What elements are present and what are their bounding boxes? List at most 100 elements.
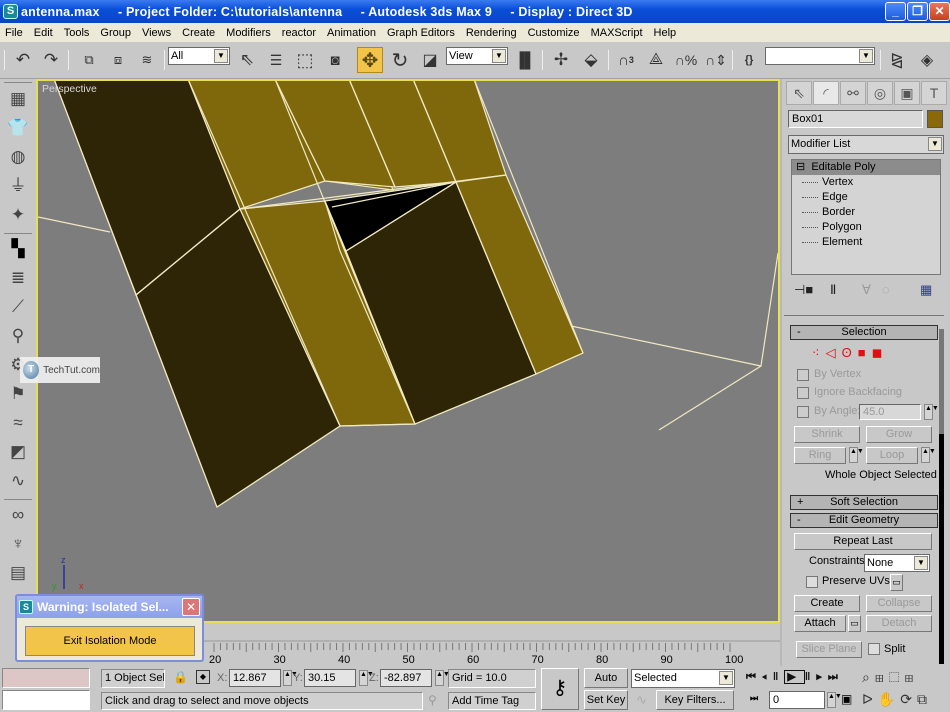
spinner-snap-icon[interactable]: ∩⇕ — [703, 47, 729, 73]
set-key-mode-key-icon[interactable]: ⚷ — [541, 668, 579, 710]
stack-subobject-polygon[interactable]: Polygon — [792, 220, 940, 235]
angle-spinner[interactable]: ▲▼ — [924, 404, 939, 420]
maximize-viewport-icon[interactable]: ⧉ — [917, 691, 932, 707]
rectangular-selection-icon[interactable]: ⬚ — [292, 47, 318, 73]
detach-button[interactable]: Detach — [866, 615, 932, 632]
shrink-button[interactable]: Shrink — [794, 426, 860, 443]
map-icon[interactable]: ▤ — [6, 561, 30, 585]
stack-subobject-border[interactable]: Border — [792, 205, 940, 220]
water-icon[interactable]: ∿ — [6, 469, 30, 493]
fracture-icon[interactable]: ◩ — [6, 440, 30, 464]
modifier-list-dropdown[interactable]: Modifier List ▼ — [788, 135, 944, 154]
collapse-button[interactable]: Collapse — [866, 595, 932, 612]
select-and-link-icon[interactable]: ⧉ — [76, 47, 102, 73]
go-to-start-icon[interactable]: ⏮ — [746, 671, 762, 683]
go-to-end-icon[interactable]: ⏭ — [828, 671, 844, 683]
frame-spinner[interactable]: ▲▼ — [827, 692, 842, 708]
weathervane-icon[interactable]: ⚑ — [6, 382, 30, 406]
pin-icon[interactable]: ⏚ — [6, 174, 30, 198]
polygon-mode-icon[interactable]: ■ — [858, 345, 872, 360]
menu-rendering[interactable]: Rendering — [466, 27, 517, 39]
figure-icon[interactable]: ♆ — [6, 532, 30, 556]
z-coordinate-input[interactable]: -82.897 — [380, 669, 432, 687]
by-angle-checkbox[interactable] — [797, 406, 809, 418]
perspective-viewport[interactable]: z y x Perspective — [36, 79, 780, 623]
menu-views[interactable]: Views — [142, 27, 171, 39]
soft-selection-rollout-header[interactable]: + Soft Selection — [790, 495, 938, 510]
current-frame-input[interactable]: 0 — [769, 691, 825, 709]
close-button[interactable]: ✕ — [929, 2, 950, 21]
by-vertex-checkbox[interactable] — [797, 369, 809, 381]
border-mode-icon[interactable]: ʘ — [842, 345, 858, 360]
spring-icon[interactable]: ≣ — [6, 266, 30, 290]
named-selection-dropdown[interactable]: ▼ — [765, 47, 875, 65]
key-mode-dropdown[interactable]: Selected ▼ — [631, 669, 735, 688]
select-by-name-icon[interactable]: ☰ — [263, 47, 289, 73]
time-configuration-icon[interactable]: ▣ — [841, 692, 852, 706]
y-spinner[interactable]: ▲▼ — [359, 670, 374, 686]
slice-plane-button[interactable]: Slice Plane — [796, 641, 862, 658]
menu-create[interactable]: Create — [182, 27, 215, 39]
ignore-backfacing-checkbox[interactable] — [797, 387, 809, 399]
x-spinner[interactable]: ▲▼ — [283, 670, 298, 686]
create-tab-icon[interactable]: ⇖ — [786, 81, 812, 105]
star-icon[interactable]: ✦ — [6, 203, 30, 227]
select-and-move-icon[interactable]: ✥ — [357, 47, 383, 73]
play-icon[interactable]: ▶ — [784, 670, 805, 684]
pan-hand-icon[interactable]: ✋ — [878, 691, 900, 707]
menu-modifiers[interactable]: Modifiers — [226, 27, 271, 39]
previous-frame-icon[interactable]: ◂‖ — [762, 671, 784, 683]
zoom-all-icon[interactable]: ⊞ — [875, 669, 889, 685]
select-and-rotate-icon[interactable]: ↻ — [387, 47, 413, 73]
stack-item-editable-poly[interactable]: ⊟ Editable Poly — [792, 160, 940, 175]
use-pivot-icon[interactable]: ▐▌ — [512, 47, 538, 73]
z-spinner[interactable]: ▲▼ — [435, 670, 450, 686]
show-end-result-icon[interactable]: Ⅱ — [830, 282, 836, 298]
zoom-extents-icon[interactable]: ⬚ — [889, 669, 905, 685]
utilities-tab-icon[interactable]: T — [921, 81, 947, 105]
create-box-icon[interactable]: ▦ — [6, 87, 30, 111]
maximize-button[interactable]: ❐ — [907, 2, 928, 21]
object-name-input[interactable]: Box01 — [788, 110, 923, 128]
auto-key-button[interactable]: Auto Key — [584, 668, 628, 702]
maxscript-listener-mini[interactable] — [2, 668, 90, 688]
checker-icon[interactable]: ▚ — [6, 237, 30, 261]
absolute-mode-icon[interactable]: ◆ — [196, 670, 210, 684]
dialog-close-button[interactable]: ✕ — [182, 598, 200, 616]
menu-tools[interactable]: Tools — [64, 27, 90, 39]
ring-spinner[interactable]: ▲▼ — [849, 447, 864, 463]
snaps-toggle-icon[interactable]: ∩ 3 — [613, 47, 639, 73]
create-button[interactable]: Create — [794, 595, 860, 612]
repeat-last-button[interactable]: Repeat Last — [794, 533, 932, 550]
pin-stack-icon[interactable]: ⊣■ — [794, 282, 813, 298]
menu-reactor[interactable]: reactor — [282, 27, 316, 39]
display-tab-icon[interactable]: ▣ — [894, 81, 920, 105]
menu-file[interactable]: File — [5, 27, 23, 39]
select-and-scale-icon[interactable]: ◪ — [417, 47, 443, 73]
add-time-tag-button[interactable]: Add Time Tag — [448, 692, 536, 710]
angle-snap-icon[interactable]: ⟁ — [643, 47, 669, 73]
redo-icon[interactable]: ↷ — [38, 47, 64, 73]
preserve-uvs-settings-button[interactable]: ▭ — [890, 574, 903, 591]
sphere-icon[interactable]: ◍ — [6, 145, 30, 169]
reference-coordinate-dropdown[interactable]: View ▼ — [446, 47, 508, 65]
field-of-view-icon[interactable]: ᐅ — [862, 691, 878, 707]
stack-subobject-vertex[interactable]: Vertex — [792, 175, 940, 190]
selection-rollout-header[interactable]: - Selection — [790, 325, 938, 340]
key-mode-toggle-icon[interactable]: ⏭ — [750, 693, 758, 704]
app-icon[interactable]: S — [3, 4, 18, 19]
grow-button[interactable]: Grow — [866, 426, 932, 443]
preserve-uvs-checkbox[interactable] — [806, 576, 818, 588]
panel-scrollbar-thumb[interactable] — [939, 434, 944, 664]
x-coordinate-input[interactable]: 12.867 — [229, 669, 281, 687]
edit-geometry-rollout-header[interactable]: - Edit Geometry — [790, 513, 938, 528]
knot-icon[interactable]: ∞ — [6, 503, 30, 527]
zoom-icon[interactable]: ⌕ — [862, 669, 875, 685]
split-checkbox[interactable] — [868, 643, 880, 655]
key-filters-button[interactable]: Key Filters... — [656, 690, 734, 710]
viewport-label[interactable]: Perspective — [42, 83, 97, 95]
stack-subobject-element[interactable]: Element — [792, 235, 940, 250]
y-coordinate-input[interactable]: 30.15 — [304, 669, 356, 687]
loop-button[interactable]: Loop — [866, 447, 918, 464]
element-mode-icon[interactable]: ◼ — [872, 345, 889, 360]
